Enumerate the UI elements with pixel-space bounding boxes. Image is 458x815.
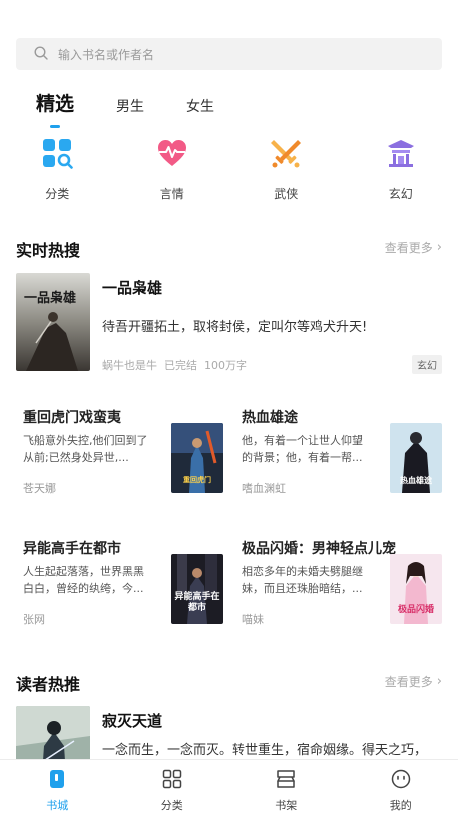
tab-featured[interactable]: 精选 bbox=[36, 89, 74, 128]
featured-book[interactable]: 寂灭天道 一念而生，一念而灭。转世重生，宿命姻缘。得天之巧， bbox=[16, 706, 442, 761]
tab-female[interactable]: 女生 bbox=[186, 96, 214, 124]
bottom-navigation: 书城 分类 书架 我的 bbox=[0, 759, 458, 815]
book-cover: 一品枭雄 bbox=[16, 273, 90, 371]
category-label: 武侠 bbox=[274, 187, 299, 201]
heart-pulse-icon bbox=[156, 137, 188, 173]
nav-label: 我的 bbox=[389, 799, 412, 812]
grid-book-item[interactable]: 极品闪婚：男神轻点儿宠 相恋多年的未婚夫劈腿继妹，而且还珠胎暗结，... 喵妹 … bbox=[242, 538, 442, 638]
book-author: 蜗牛也是牛 bbox=[102, 359, 157, 372]
book-description: 相恋多年的未婚夫劈腿继妹，而且还珠胎暗结，... bbox=[242, 565, 363, 595]
bookstore-icon bbox=[46, 768, 68, 794]
cover-title-text: 一品枭雄 bbox=[24, 291, 77, 306]
grid-book-item[interactable]: 热血雄途 他，有着一个让世人仰望的背景；他，有着一帮... 嗜血渊虹 热血雄途 bbox=[242, 407, 442, 507]
tab-male[interactable]: 男生 bbox=[116, 96, 144, 124]
chevron-right-icon: › bbox=[436, 240, 442, 255]
book-author: 嗜血渊虹 bbox=[242, 482, 286, 495]
crossed-swords-icon bbox=[270, 137, 302, 173]
book-description: 一念而生，一念而灭。转世重生，宿命姻缘。得天之巧， bbox=[102, 743, 428, 758]
book-title: 一品枭雄 bbox=[102, 279, 163, 297]
book-title: 极品闪婚：男神轻点儿宠 bbox=[242, 541, 396, 557]
book-title: 寂灭天道 bbox=[102, 712, 163, 730]
category-shortcuts: 分类 言情 武侠 玄幻 bbox=[0, 137, 458, 202]
see-more-label: 查看更多 bbox=[384, 241, 433, 255]
book-word-count: 100万字 bbox=[204, 359, 247, 372]
book-description: 待吾开疆拓土，取将封侯，定叫尔等鸡犬升天! bbox=[102, 320, 368, 335]
book-meta: 蜗牛也是牛 已完结 100万字 bbox=[102, 357, 254, 373]
book-cover: 异能高手在都市 bbox=[171, 554, 223, 624]
genre-tag: 玄幻 bbox=[412, 355, 442, 374]
cover-title-text: 异能高手在都市 bbox=[174, 592, 220, 613]
nav-bookstore[interactable]: 书城 bbox=[0, 760, 115, 815]
see-more-hot-search[interactable]: 查看更多 › bbox=[385, 239, 442, 256]
category-classify[interactable]: 分类 bbox=[0, 137, 115, 202]
search-placeholder: 输入书名或作者名 bbox=[58, 47, 155, 62]
category-grid-icon bbox=[41, 137, 74, 173]
book-title: 异能高手在都市 bbox=[23, 541, 121, 557]
temple-icon bbox=[385, 137, 417, 173]
book-cover: 热血雄途 bbox=[390, 423, 442, 493]
section-title-reader-recommend: 读者热推 bbox=[16, 675, 81, 694]
cover-title-text: 极品闪婚 bbox=[397, 605, 434, 615]
nav-bookshelf[interactable]: 书架 bbox=[229, 760, 344, 815]
nav-profile[interactable]: 我的 bbox=[344, 760, 458, 815]
cover-title-text: 重回虎门 bbox=[183, 476, 211, 484]
nav-label: 书城 bbox=[46, 799, 69, 812]
book-description: 他，有着一个让世人仰望的背景；他，有着一帮... bbox=[242, 434, 363, 464]
featured-book[interactable]: 一品枭雄 一品枭雄 待吾开疆拓土，取将封侯，定叫尔等鸡犬升天! 蜗牛也是牛 已完结… bbox=[16, 273, 442, 374]
category-wuxia[interactable]: 武侠 bbox=[229, 137, 344, 202]
book-description: 人生起起落落，世界黑黑白白，曾经的纨绔，今... bbox=[23, 565, 144, 595]
book-author: 喵妹 bbox=[242, 613, 264, 626]
nav-label: 分类 bbox=[160, 799, 183, 812]
book-cover: 极品闪婚 bbox=[390, 554, 442, 624]
category-fantasy[interactable]: 玄幻 bbox=[344, 137, 458, 202]
book-cover: 重回虎门 bbox=[171, 423, 223, 493]
category-label: 分类 bbox=[45, 187, 70, 201]
grid-book-item[interactable]: 异能高手在都市 人生起起落落，世界黑黑白白，曾经的纨绔，今... 张网 异能高手… bbox=[23, 538, 223, 638]
book-title: 热血雄途 bbox=[242, 410, 298, 426]
channel-tabs: 精选 男生 女生 bbox=[36, 88, 256, 128]
book-title: 重回虎门戏蛮夷 bbox=[23, 410, 121, 426]
book-author: 苍天娜 bbox=[23, 482, 56, 495]
chevron-right-icon: › bbox=[436, 674, 442, 689]
cover-title-text: 热血雄途 bbox=[400, 476, 432, 485]
grid-icon bbox=[161, 768, 183, 794]
section-title-hot-search: 实时热搜 bbox=[16, 241, 81, 260]
nav-category[interactable]: 分类 bbox=[115, 760, 230, 815]
category-romance[interactable]: 言情 bbox=[115, 137, 230, 202]
see-more-reader-recommend[interactable]: 查看更多 › bbox=[385, 673, 442, 690]
grid-book-item[interactable]: 重回虎门戏蛮夷 飞船意外失控,他们回到了从前;已然身处异世,... 苍天娜 重回… bbox=[23, 407, 223, 507]
book-description: 飞船意外失控,他们回到了从前;已然身处异世,... bbox=[23, 434, 148, 464]
book-author: 张网 bbox=[23, 613, 45, 626]
search-input[interactable]: 输入书名或作者名 bbox=[16, 38, 442, 70]
category-label: 玄幻 bbox=[388, 187, 413, 201]
search-icon bbox=[34, 45, 48, 64]
book-status: 已完结 bbox=[164, 359, 197, 372]
book-cover bbox=[16, 706, 90, 761]
bookshelf-icon bbox=[275, 768, 297, 794]
profile-face-icon bbox=[390, 768, 412, 794]
category-label: 言情 bbox=[159, 187, 184, 201]
see-more-label: 查看更多 bbox=[384, 675, 433, 689]
nav-label: 书架 bbox=[275, 799, 298, 812]
